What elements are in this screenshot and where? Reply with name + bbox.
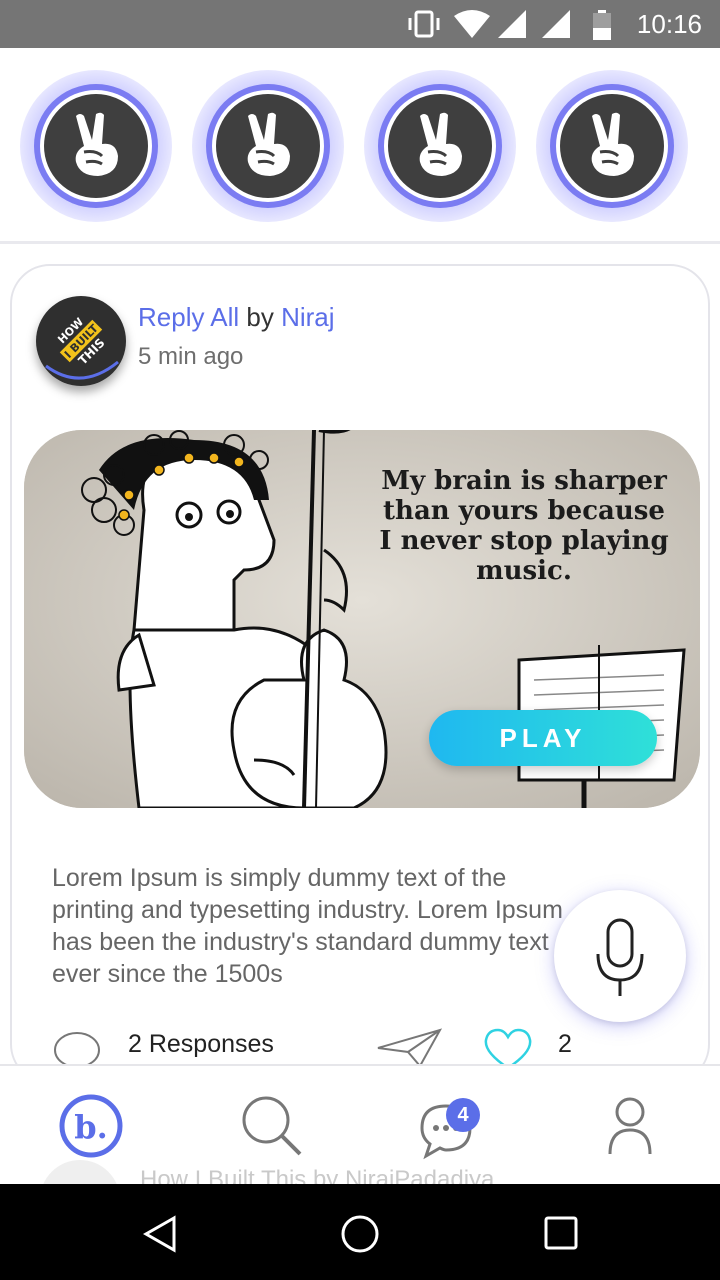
battery-icon [593, 10, 611, 40]
wifi-icon [454, 10, 490, 38]
play-button[interactable]: PLAY [429, 710, 657, 766]
like-count: 2 [558, 1030, 572, 1058]
home-logo-icon: b. [59, 1094, 123, 1158]
back-icon[interactable] [140, 1214, 180, 1254]
clock: 10:16 [636, 9, 702, 39]
nav-search[interactable] [238, 1092, 318, 1164]
podcast-avatar[interactable]: HOW I BUILT THIS [36, 296, 126, 386]
signal-icon [498, 10, 526, 38]
vibrate-icon [408, 10, 440, 38]
home-icon[interactable] [340, 1214, 380, 1254]
story-item[interactable] [536, 70, 688, 222]
post-media[interactable]: My brain is sharper than yours because I… [24, 430, 700, 808]
how-i-built-this-logo: HOW I BUILT THIS [45, 315, 119, 380]
next-post-preview: How I Built This by NirajPadadiya [140, 1166, 495, 1184]
svg-text:b.: b. [74, 1108, 108, 1146]
signal-icon [542, 10, 570, 38]
author-link[interactable]: Niraj [281, 302, 334, 332]
peace-hand-icon [247, 112, 290, 176]
story-item[interactable] [192, 70, 344, 222]
post-description: Lorem Ipsum is simply dummy text of the … [52, 864, 563, 988]
search-icon [242, 1096, 302, 1156]
story-item[interactable] [364, 70, 516, 222]
chat-badge: 4 [446, 1098, 480, 1132]
status-bar: 10:16 [0, 0, 720, 48]
nav-profile[interactable] [600, 1092, 680, 1164]
stories-row [0, 48, 720, 244]
peace-hand-icon [591, 112, 634, 176]
peace-hand-icon [419, 112, 462, 176]
microphone-icon [596, 918, 644, 996]
post-title-line: Reply All by Niraj [138, 302, 335, 333]
media-quote: My brain is sharper than yours because I… [379, 466, 669, 586]
bottom-navigation: How I Built This by NirajPadadiya b. 4 [0, 1064, 720, 1184]
peace-hand-icon [75, 112, 118, 176]
story-item[interactable] [20, 70, 172, 222]
podcast-link[interactable]: Reply All [138, 302, 239, 332]
mic-button[interactable] [554, 890, 686, 1022]
nav-home[interactable]: b. [56, 1092, 136, 1164]
profile-icon [608, 1097, 652, 1155]
post-meta: Reply All by Niraj 5 min ago [138, 302, 335, 371]
recents-icon[interactable] [542, 1214, 582, 1254]
post-time: 5 min ago [138, 343, 244, 370]
responses-link[interactable]: 2 Responses [128, 1030, 274, 1059]
by-label: by [246, 302, 274, 332]
system-navigation-bar [0, 1184, 720, 1280]
